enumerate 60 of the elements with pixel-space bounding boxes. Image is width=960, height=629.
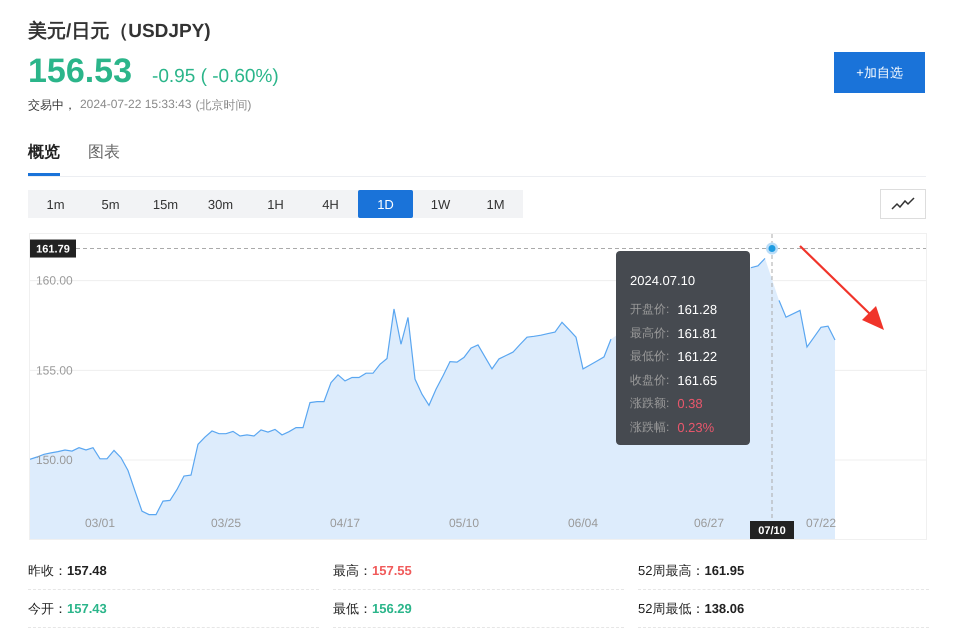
x-axis-label: 05/10 xyxy=(448,516,480,530)
pair-title: 美元/日元（USDJPY) xyxy=(28,19,212,44)
tooltip-label: 开盘价: xyxy=(630,301,670,318)
stat-label: 昨收： xyxy=(28,562,67,580)
stat-value: 157.48 xyxy=(67,563,107,578)
timeframe-button[interactable]: 4H xyxy=(303,190,358,218)
tooltip-label: 最低价: xyxy=(630,348,670,366)
timeframe-button[interactable]: 5m xyxy=(83,190,138,218)
stat-value: 157.43 xyxy=(67,601,107,616)
timeframe-button[interactable]: 1W xyxy=(413,190,468,218)
timeframe-button[interactable]: 1H xyxy=(248,190,303,218)
tooltip-value: 161.22 xyxy=(677,349,718,364)
timeframe-button[interactable]: 1M xyxy=(468,190,523,218)
tooltip-label: 最高价: xyxy=(630,324,670,342)
y-axis-label: 160.00 xyxy=(36,274,73,288)
price-marker: 161.79 xyxy=(30,240,76,258)
timestamp: 2024-07-22 15:33:43 xyxy=(80,97,192,113)
stat-value: 138.06 xyxy=(704,601,744,616)
tooltip-value: 0.38 xyxy=(677,396,703,412)
timezone: (北京时间) xyxy=(195,97,252,114)
x-axis-label: 04/17 xyxy=(330,516,360,530)
stat-label: 52周最高： xyxy=(638,562,704,580)
x-tick-label: 07/10 xyxy=(758,525,786,537)
timeframe-button[interactable]: 15m xyxy=(138,190,193,218)
y-axis-label: 150.00 xyxy=(36,453,73,468)
tooltip-value: 161.28 xyxy=(677,302,718,318)
add-watchlist-button[interactable]: +加自选 xyxy=(834,52,925,93)
timeframe-button[interactable]: 30m xyxy=(193,190,248,218)
x-axis-label: 06/04 xyxy=(568,516,598,530)
stat-label: 52周最低： xyxy=(638,600,704,618)
stat-value: 161.95 xyxy=(704,563,744,578)
tooltip-value: 161.81 xyxy=(677,326,718,341)
price-change: -0.95 ( -0.60%) xyxy=(152,66,279,88)
price: 156.53 xyxy=(28,52,132,91)
date-marker: 07/10 xyxy=(750,521,794,539)
line-chart-icon xyxy=(891,197,915,211)
tooltip-value: 0.23% xyxy=(677,420,714,435)
tooltip-label: 涨跌额: xyxy=(630,395,670,412)
stat-label: 最低： xyxy=(333,600,372,618)
timeframe-button[interactable]: 1D xyxy=(358,190,413,218)
tooltip-value: 161.65 xyxy=(677,372,718,388)
tab[interactable]: 图表 xyxy=(88,136,120,176)
trading-status: 交易中， xyxy=(28,97,76,114)
tooltip-label: 涨跌幅: xyxy=(630,418,670,436)
x-axis-label: 07/22 xyxy=(806,516,836,530)
timeframe-button[interactable]: 1m xyxy=(28,190,83,218)
tooltip-date: 2024.07.10 xyxy=(630,273,696,288)
x-axis-label: 03/01 xyxy=(84,516,116,530)
ref-line-label: 161.79 xyxy=(36,244,70,256)
chart-type-button[interactable] xyxy=(880,189,926,219)
tooltip-label: 收盘价: xyxy=(630,372,670,389)
x-axis-label: 03/25 xyxy=(210,516,242,530)
data-point xyxy=(766,242,778,255)
stat-value: 157.55 xyxy=(372,563,412,578)
y-axis-label: 155.00 xyxy=(36,363,73,378)
stat-label: 最高： xyxy=(333,562,372,580)
stat-label: 今开： xyxy=(28,600,67,618)
stat-value: 156.29 xyxy=(372,601,412,616)
x-axis-label: 06/27 xyxy=(694,516,724,530)
tab[interactable]: 概览 xyxy=(28,136,60,176)
